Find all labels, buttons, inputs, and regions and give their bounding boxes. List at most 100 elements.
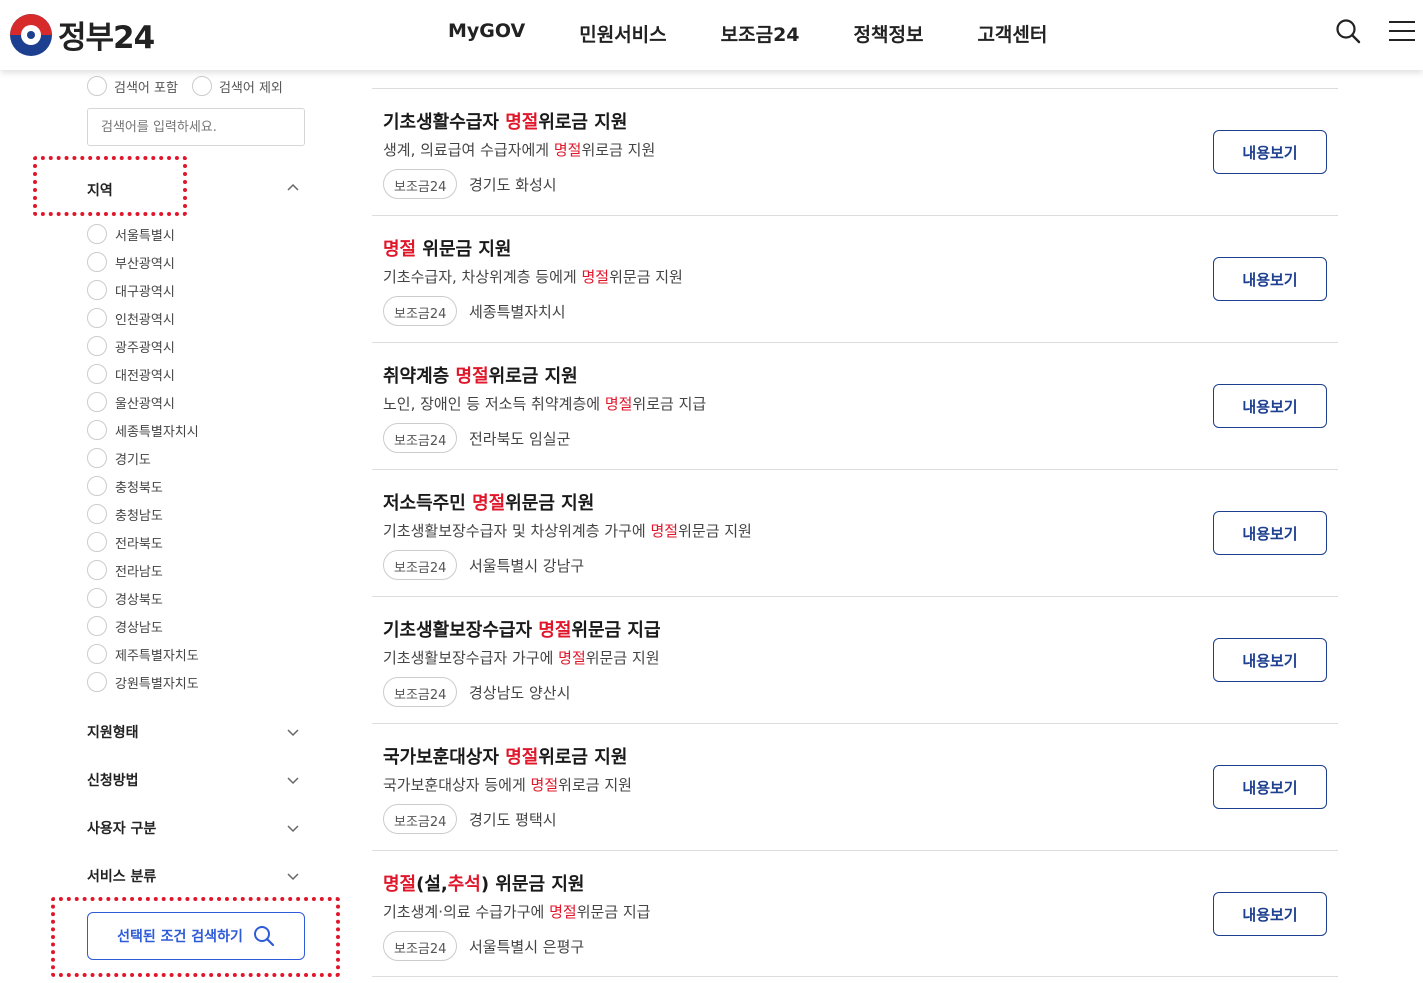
- radio-icon[interactable]: [87, 224, 107, 244]
- region-label: 부산광역시: [115, 256, 175, 272]
- region-option[interactable]: 대구광역시: [87, 276, 199, 304]
- desc-suffix: 위문금 지원: [609, 268, 683, 286]
- region-option[interactable]: 제주특별자치도: [87, 640, 199, 668]
- radio-icon[interactable]: [87, 364, 107, 384]
- region-option[interactable]: 강원특별자치도: [87, 668, 199, 696]
- region-label: 서울특별시: [115, 228, 175, 244]
- radio-icon[interactable]: [87, 560, 107, 580]
- radio-icon[interactable]: [87, 644, 107, 664]
- apply-method-filter[interactable]: 신청방법: [87, 770, 139, 790]
- source-tag: 보조금24: [383, 677, 458, 707]
- nav-customer-center[interactable]: 고객센터: [977, 20, 1047, 47]
- radio-icon[interactable]: [87, 420, 107, 440]
- radio-icon[interactable]: [87, 504, 107, 524]
- radio-icon[interactable]: [87, 392, 107, 412]
- desc-prefix: 기초생계·의료 수급가구에: [383, 903, 550, 921]
- result-title[interactable]: 기초생활수급자 명절위로금 지원: [383, 108, 627, 134]
- radio-icon[interactable]: [87, 476, 107, 496]
- radio-icon[interactable]: [87, 336, 107, 356]
- radio-icon[interactable]: [87, 280, 107, 300]
- title-prefix: 저소득주민: [383, 493, 473, 514]
- region-option[interactable]: 경기도: [87, 444, 199, 472]
- radio-icon[interactable]: [87, 616, 107, 636]
- region-option[interactable]: 울산광역시: [87, 388, 199, 416]
- region-label: 전라남도: [115, 564, 163, 580]
- result-region: 전라북도 임실군: [469, 430, 571, 448]
- result-title[interactable]: 기초생활보장수급자 명절위문금 지급: [383, 616, 661, 642]
- view-details-button[interactable]: 내용보기: [1213, 130, 1327, 174]
- region-option[interactable]: 서울특별시: [87, 220, 199, 248]
- radio-icon[interactable]: [87, 252, 107, 272]
- desc-highlight: 명절: [581, 268, 610, 286]
- region-option[interactable]: 인천광역시: [87, 304, 199, 332]
- chevron-down-icon[interactable]: [287, 774, 299, 786]
- region-option[interactable]: 부산광역시: [87, 248, 199, 276]
- desc-suffix: 위문금 지원: [678, 522, 752, 540]
- support-type-filter[interactable]: 지원형태: [87, 722, 139, 742]
- source-tag: 보조금24: [383, 550, 458, 580]
- result-title[interactable]: 명절(설,추석) 위문금 지원: [383, 870, 584, 896]
- title-highlight: 추석: [447, 874, 481, 895]
- hamburger-menu-icon[interactable]: [1389, 19, 1415, 43]
- region-option[interactable]: 세종특별자치시: [87, 416, 199, 444]
- region-option[interactable]: 대전광역시: [87, 360, 199, 388]
- result-title[interactable]: 국가보훈대상자 명절위로금 지원: [383, 743, 627, 769]
- result-title[interactable]: 취약계층 명절위로금 지원: [383, 362, 578, 388]
- nav-policy-info[interactable]: 정책정보: [854, 20, 924, 47]
- region-option[interactable]: 전라남도: [87, 556, 199, 584]
- result-description: 기초수급자, 차상위계층 등에게 명절위문금 지원: [383, 266, 683, 287]
- region-option[interactable]: 전라북도: [87, 528, 199, 556]
- view-details-button[interactable]: 내용보기: [1213, 638, 1327, 682]
- include-keyword-option[interactable]: 검색어 포함: [87, 76, 178, 96]
- chevron-up-icon[interactable]: [287, 182, 299, 194]
- result-title[interactable]: 저소득주민 명절위문금 지원: [383, 489, 594, 515]
- region-label: 경기도: [115, 452, 151, 468]
- service-category-filter[interactable]: 서비스 분류: [87, 866, 156, 886]
- user-type-filter[interactable]: 사용자 구분: [87, 818, 156, 838]
- region-option[interactable]: 경상북도: [87, 584, 199, 612]
- chevron-down-icon[interactable]: [287, 870, 299, 882]
- chevron-down-icon[interactable]: [287, 822, 299, 834]
- view-details-button[interactable]: 내용보기: [1213, 511, 1327, 555]
- radio-icon[interactable]: [87, 448, 107, 468]
- desc-suffix: 위문금 지원: [585, 649, 660, 667]
- result-description: 기초생활보장수급자 가구에 명절위문금 지원: [383, 647, 660, 668]
- result-title[interactable]: 명절 위문금 지원: [383, 235, 511, 261]
- title-suffix: 위로금 지원: [488, 366, 578, 387]
- radio-icon[interactable]: [191, 76, 212, 96]
- radio-icon[interactable]: [87, 672, 107, 692]
- view-details-button[interactable]: 내용보기: [1213, 892, 1327, 936]
- radio-icon[interactable]: [87, 76, 107, 96]
- title-suffix: 위로금 지원: [538, 747, 628, 768]
- region-option[interactable]: 충청남도: [87, 500, 199, 528]
- results-list: 기초생활수급자 명절위로금 지원 생계, 의료급여 수급자에게 명절위로금 지원 보…: [372, 88, 1338, 977]
- region-label: 경상북도: [115, 592, 163, 608]
- region-option[interactable]: 경상남도: [87, 612, 199, 640]
- site-header: 정부24 MyGOV 민원서비스 보조금24 정책정보 고객센터: [0, 0, 1423, 70]
- source-tag: 보조금24: [383, 423, 458, 453]
- region-label: 경상남도: [115, 620, 163, 636]
- exclude-keyword-option[interactable]: 검색어 제외: [191, 76, 283, 96]
- keyword-input[interactable]: [87, 108, 305, 146]
- view-details-button[interactable]: 내용보기: [1213, 257, 1327, 301]
- nav-mygov[interactable]: MyGOV: [448, 20, 525, 47]
- nav-civil-service[interactable]: 민원서비스: [579, 20, 666, 47]
- region-option[interactable]: 충청북도: [87, 472, 199, 500]
- radio-icon[interactable]: [87, 532, 107, 552]
- result-description: 국가보훈대상자 등에게 명절위로금 지원: [383, 774, 632, 795]
- region-label: 인천광역시: [115, 312, 175, 328]
- region-option[interactable]: 광주광역시: [87, 332, 199, 360]
- chevron-down-icon[interactable]: [287, 726, 299, 738]
- radio-icon[interactable]: [87, 308, 107, 328]
- taegeuk-logo-icon: [10, 13, 52, 56]
- radio-icon[interactable]: [87, 588, 107, 608]
- result-card: 명절(설,추석) 위문금 지원 기초생계·의료 수급가구에 명절위문금 지급 보조금…: [372, 850, 1338, 977]
- view-details-button[interactable]: 내용보기: [1213, 384, 1327, 428]
- result-description: 기초생활보장수급자 및 차상위계층 가구에 명절위문금 지원: [383, 520, 752, 541]
- nav-subsidy24[interactable]: 보조금24: [721, 20, 800, 47]
- logo[interactable]: 정부24: [10, 12, 155, 57]
- title-highlight: 명절: [455, 366, 489, 387]
- search-icon[interactable]: [1335, 18, 1361, 44]
- view-details-button[interactable]: 내용보기: [1213, 765, 1327, 809]
- title-suffix: (설,추석) 위문금 지원: [416, 874, 585, 895]
